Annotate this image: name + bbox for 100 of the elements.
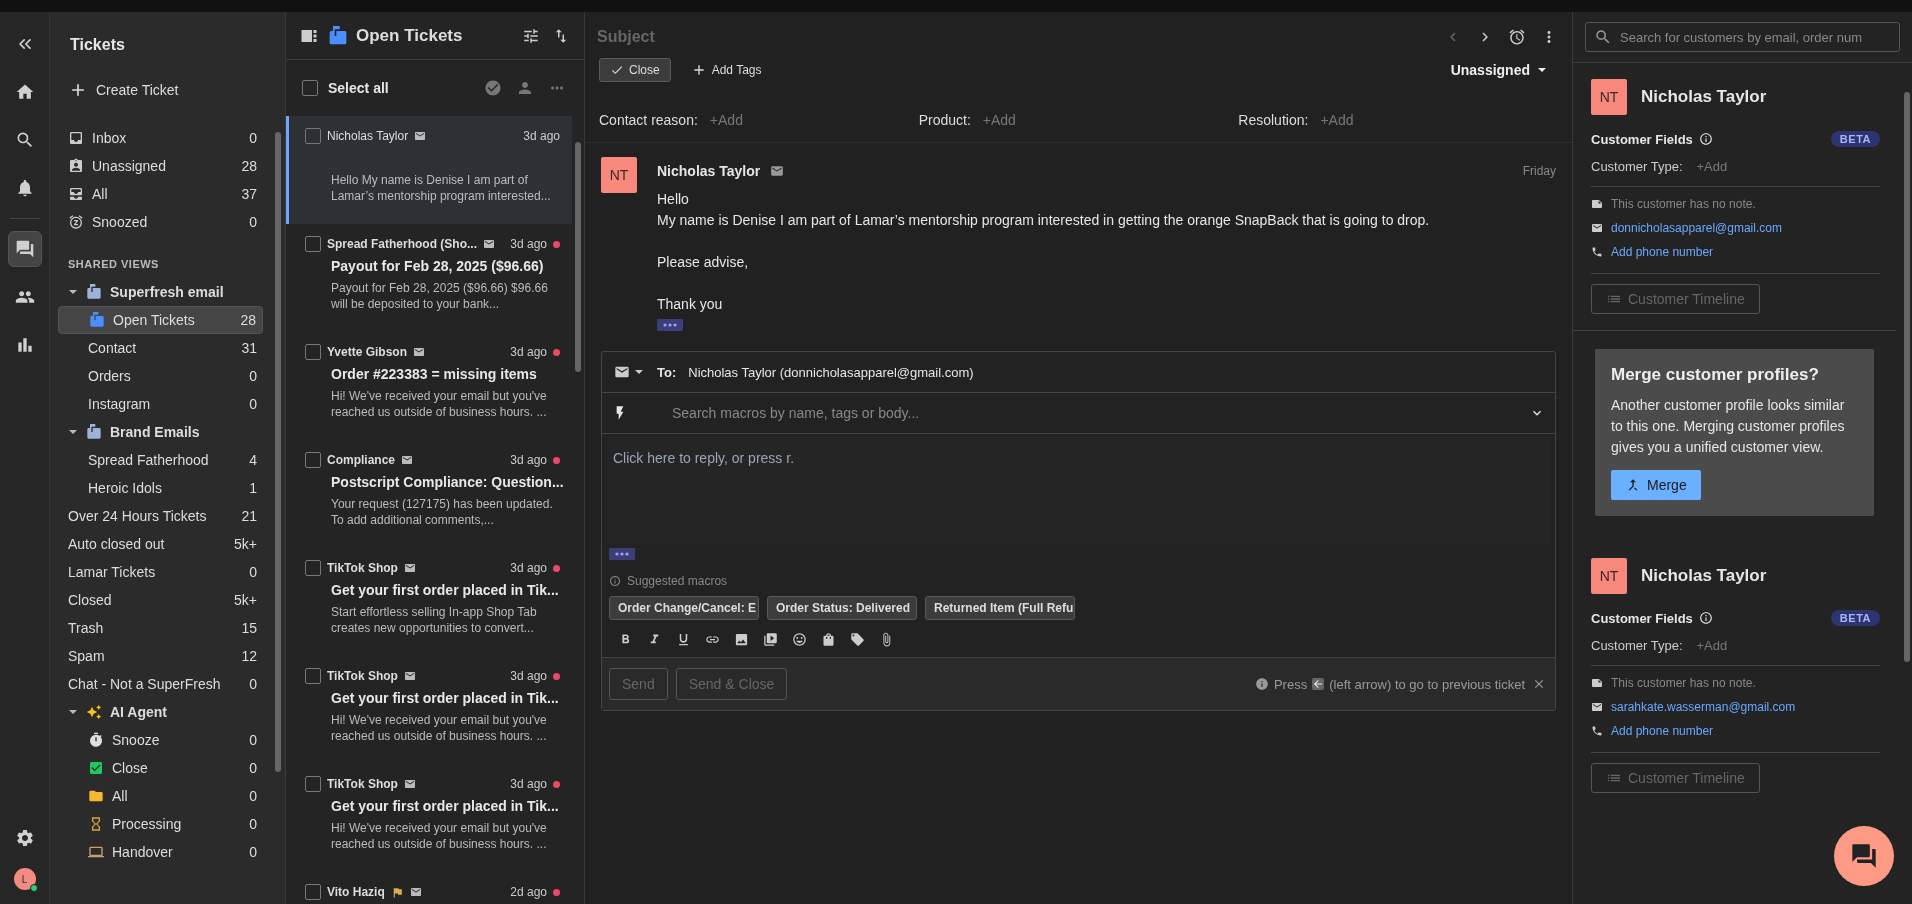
nav-item[interactable]: Spread Fatherhood 4 [58, 446, 263, 474]
add-link[interactable]: +Add [1696, 159, 1728, 174]
nav-item[interactable]: Open Tickets 28 [58, 306, 263, 334]
view-folder[interactable]: Superfresh email [58, 278, 263, 306]
rail-button[interactable] [7, 231, 42, 267]
nav-item[interactable]: All 37 [58, 180, 263, 208]
nav-item[interactable]: Snoozed 0 [58, 208, 263, 236]
user-avatar[interactable]: L [13, 868, 36, 890]
checkbox[interactable] [305, 668, 321, 684]
ticket-time: 3d ago [510, 237, 547, 251]
checkbox[interactable] [305, 884, 321, 900]
ticket-item[interactable]: TikTok Shop 3d ago Get your first order placed in Tik... Start effortless selling In-app Shop Tab creates new opportunities to convert... [286, 548, 572, 656]
show-more-button[interactable] [657, 319, 683, 331]
ticket-sender: Nicholas Taylor [327, 129, 409, 143]
nav-item[interactable]: Closed 5k+ [58, 586, 263, 614]
merge-button[interactable]: Merge [1611, 470, 1701, 500]
nav-item[interactable]: Lamar Tickets 0 [58, 558, 263, 586]
assignee-dropdown[interactable]: Unassigned [1444, 61, 1552, 79]
view-folder[interactable]: Brand Emails [58, 418, 263, 446]
nav-item[interactable]: Auto closed out 5k+ [58, 530, 263, 558]
nav-item[interactable]: All 0 [58, 782, 263, 810]
nav-item[interactable]: Close 0 [58, 754, 263, 782]
add-link[interactable]: +Add [1320, 112, 1354, 128]
scrollbar[interactable] [275, 132, 281, 772]
macro-chip[interactable]: Order Status: Delivered [767, 596, 917, 620]
checkbox[interactable] [305, 776, 321, 792]
beta-badge: BETA [1830, 131, 1880, 147]
nav-item[interactable]: Over 24 Hours Tickets 21 [58, 502, 263, 530]
customer-search-input[interactable]: Search for customers by email, order num [1618, 28, 1891, 46]
chat-icon [1850, 842, 1878, 870]
mail-icon [403, 670, 416, 682]
ticket-time: 3d ago [510, 669, 547, 683]
info-icon [1698, 132, 1713, 146]
ticket-item[interactable]: TikTok Shop 3d ago Get your first order placed in Tik... Hi! We've received your email but you've reached us outside of business hours. ... [286, 764, 572, 872]
close-ticket-button[interactable]: Close [599, 58, 671, 82]
subject-field[interactable]: Subject [595, 27, 1432, 47]
nav-item[interactable]: Inbox 0 [58, 124, 263, 152]
chat-launcher-button[interactable] [1834, 826, 1894, 886]
checkbox[interactable] [302, 80, 318, 96]
video-icon[interactable] [761, 630, 780, 649]
add-link[interactable]: +Add [982, 112, 1016, 128]
scrollbar[interactable] [575, 142, 581, 372]
scrollbar[interactable] [1904, 92, 1910, 662]
nav-item[interactable]: Contact 31 [58, 334, 263, 362]
email-link[interactable]: donnicholasapparel@gmail.com [1611, 221, 1782, 235]
ticket-sender: Yvette Gibson [327, 345, 408, 359]
checkbox[interactable] [305, 344, 321, 360]
chat-icon [14, 239, 35, 259]
nav-item[interactable]: Orders 0 [58, 362, 263, 390]
ticket-sender: TikTok Shop [327, 777, 398, 791]
create-ticket-button[interactable]: Create Ticket [50, 70, 197, 110]
customer-search-field[interactable]: Search for customers by email, order num [1585, 22, 1900, 52]
suggested-macros-label: Suggested macros [627, 574, 728, 588]
nav-item[interactable]: Trash 15 [58, 614, 263, 642]
email-link[interactable]: sarahkate.wasserman@gmail.com [1611, 700, 1796, 714]
ticket-item[interactable]: Nicholas Taylor 3d ago Hello My name is Denise I am part of Lamar’s mentorship program interested... [286, 116, 572, 224]
ticket-item[interactable]: TikTok Shop 3d ago Get your first order placed in Tik... Hi! We've received your email but you've reached us outside of business hours. ... [286, 656, 572, 764]
ticket-item[interactable]: Yvette Gibson 3d ago Order #223383 = missing items Hi! We've received your email but you've reached us outside of business hours. ... [286, 332, 572, 440]
macro-search-field[interactable]: Search macros by name, tags or body... [670, 404, 1517, 422]
add-phone-link[interactable]: Add phone number [1611, 724, 1714, 738]
checkbox[interactable] [305, 128, 321, 144]
tag-icon[interactable] [848, 630, 867, 649]
mail-icon [770, 164, 785, 178]
nav-item[interactable]: Processing 0 [58, 810, 263, 838]
nav-item[interactable]: Handover 0 [58, 838, 263, 866]
nav-item[interactable]: Unassigned 28 [58, 152, 263, 180]
add-link[interactable]: +Add [709, 112, 743, 128]
add-link[interactable]: +Add [1696, 638, 1728, 653]
checkbox[interactable] [305, 560, 321, 576]
caret-icon [1538, 68, 1546, 72]
ellipsis-icon [663, 323, 677, 327]
note-icon [1591, 677, 1603, 689]
mailbox-icon [86, 424, 102, 440]
add-tags-button[interactable]: Add Tags [684, 61, 768, 79]
emoji-icon[interactable] [790, 630, 809, 649]
macro-chip[interactable]: Order Change/Cancel: E [609, 596, 759, 620]
select-all-label[interactable]: Select all [328, 80, 472, 96]
nav-item[interactable]: Spam 12 [58, 642, 263, 670]
caret-icon [69, 290, 77, 294]
checkbox[interactable] [305, 236, 321, 252]
add-phone-link[interactable]: Add phone number [1611, 245, 1714, 259]
ticket-subject: Payout for Feb 28, 2025 ($96.66) [331, 258, 544, 274]
macro-chip[interactable]: Returned Item (Full Refu [925, 596, 1075, 620]
nav-item[interactable]: Instagram 0 [58, 390, 263, 418]
ticket-item[interactable]: Vito Haziq 2d ago [286, 872, 572, 904]
ticket-item[interactable]: Compliance 3d ago Postscript Compliance: Question... Your request (127175) has been updated. To add additional comments,... [286, 440, 572, 548]
view-folder[interactable]: AI Agent [58, 698, 263, 726]
ticket-sender: TikTok Shop [327, 561, 398, 575]
message-sender: Nicholas Taylor [657, 163, 761, 179]
nav-item[interactable]: Snooze 0 [58, 726, 263, 754]
mail-icon [403, 562, 416, 574]
nav-item[interactable]: Heroic Idols 1 [58, 474, 263, 502]
show-more-button[interactable] [609, 548, 635, 560]
hint-text: Press [1273, 676, 1308, 692]
message-text: Please advise, [657, 254, 749, 270]
ticket-sender: Compliance [327, 453, 395, 467]
note-text: This customer has no note. [1611, 197, 1756, 211]
checkbox[interactable] [305, 452, 321, 468]
nav-item[interactable]: Chat - Not a SuperFresh 0 [58, 670, 263, 698]
ticket-item[interactable]: Spread Fatherhood (Sho... 3d ago Payout for Feb 28, 2025 ($96.66) Payout for Feb 28, 2025 ($96.66) $96.66 will be deposited to your bank... [286, 224, 572, 332]
